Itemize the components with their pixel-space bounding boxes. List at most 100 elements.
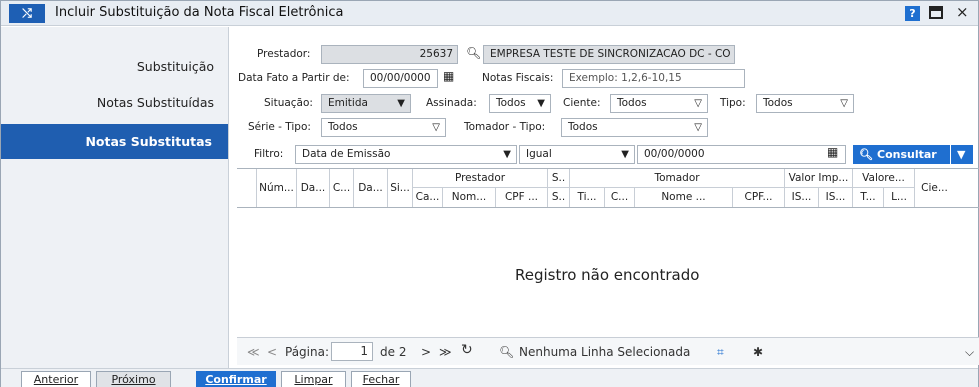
filtro-operator-select[interactable]: Igual ▼ — [519, 145, 635, 164]
header-divider — [237, 207, 979, 208]
refresh-icon[interactable]: ↻ — [461, 342, 473, 358]
divider — [950, 145, 951, 164]
sidebar-item-substituicao[interactable]: Substituição — [137, 59, 214, 74]
sidebar: Substituição Notas Substituídas Notas Su… — [1, 27, 229, 369]
group-header: Tomador — [569, 169, 784, 188]
footer-bar: Anterior Próximo Confirmar Limpar Fechar — [1, 368, 978, 387]
assinada-label: Assinada: — [426, 97, 477, 109]
selection-status: Nenhuma Linha Selecionada — [519, 345, 691, 359]
help-icon[interactable]: ? — [905, 6, 920, 21]
title-bar: ⤭ Incluir Substituição da Nota Fiscal El… — [1, 1, 978, 26]
group-header: Prestador — [412, 169, 547, 188]
tomador-tipo-select[interactable]: Todos ▽ — [561, 118, 708, 137]
prestador-code-field[interactable]: 25637 — [321, 45, 458, 64]
row-selector-header — [237, 169, 256, 207]
gear-icon[interactable]: ✱ — [753, 345, 763, 359]
data-fato-input[interactable]: 00/00/0000 — [363, 69, 438, 88]
sidebar-item-notas-substituidas[interactable]: Notas Substituídas — [97, 95, 214, 110]
ciente-label: Ciente: — [563, 97, 601, 109]
column-header[interactable]: Nome ... — [634, 188, 732, 207]
pagination-bar: ≪ < Página: 1 de 2 > ≫ ↻ 🔍︎ Nenhuma Linh… — [237, 337, 979, 365]
search-icon[interactable]: 🔍︎ — [466, 46, 481, 60]
calendar-icon[interactable]: ▦ — [443, 69, 454, 83]
column-header[interactable]: Ca... — [412, 188, 442, 207]
filtro-field-value: Data de Emissão — [302, 148, 391, 160]
chevron-down-icon: ▽ — [840, 98, 848, 109]
first-page-icon[interactable]: ≪ — [247, 345, 260, 359]
situacao-value: Emitida — [328, 97, 368, 109]
search-icon[interactable]: 🔍︎ — [499, 345, 514, 359]
page-count: de 2 — [380, 345, 407, 359]
notas-fiscais-label: Notas Fiscais: — [482, 72, 554, 84]
anterior-button[interactable]: Anterior — [21, 371, 91, 387]
limpar-button[interactable]: Limpar — [281, 371, 346, 387]
maximize-icon[interactable] — [929, 6, 943, 19]
chevron-down-icon: ▼ — [503, 149, 511, 160]
group-header: Valor Imp... — [784, 169, 852, 188]
page-label: Página: — [285, 345, 330, 359]
window-title: Incluir Substituição da Nota Fiscal Elet… — [55, 5, 344, 20]
column-header[interactable]: IS... — [818, 188, 852, 207]
serie-tipo-select[interactable]: Todos ▽ — [321, 118, 446, 137]
consultar-button[interactable]: 🔍︎ Consultar ▼ — [853, 145, 973, 164]
situacao-select[interactable]: Emitida ▼ — [321, 94, 411, 113]
proximo-button[interactable]: Próximo — [96, 371, 171, 387]
tipo-select[interactable]: Todos ▽ — [756, 94, 854, 113]
column-header[interactable]: T... — [852, 188, 883, 207]
substitution-icon: ⤭ — [9, 4, 45, 23]
filtro-value-input[interactable]: 00/00/0000 — [637, 145, 846, 164]
search-icon: 🔍︎ — [859, 148, 873, 161]
column-header[interactable]: Da... — [296, 169, 329, 207]
tomador-tipo-value: Todos — [568, 121, 598, 133]
column-header[interactable]: L... — [883, 188, 914, 207]
results-grid: Núm... Da... C... Da... Si... Prestador … — [237, 168, 979, 332]
assinada-select[interactable]: Todos ▼ — [489, 94, 551, 113]
data-fato-label: Data Fato a Partir de: — [238, 72, 350, 84]
prestador-label: Prestador: — [257, 48, 311, 60]
page-input[interactable]: 1 — [331, 342, 373, 361]
group-header: Valore... — [852, 169, 914, 188]
situacao-label: Situação: — [264, 97, 313, 109]
filtro-label: Filtro: — [254, 148, 284, 160]
column-header[interactable]: Núm... — [256, 169, 296, 207]
filtro-operator-value: Igual — [526, 148, 552, 160]
column-header[interactable]: Ti... — [569, 188, 604, 207]
group-header: S.. — [547, 169, 569, 188]
sidebar-item-notas-substitutas[interactable]: Notas Substitutas — [1, 124, 228, 159]
ciente-value: Todos — [617, 97, 647, 109]
last-page-icon[interactable]: ≫ — [439, 345, 452, 359]
fechar-button[interactable]: Fechar — [351, 371, 411, 387]
calendar-icon[interactable]: ▦ — [827, 145, 838, 159]
confirmar-button[interactable]: Confirmar — [196, 371, 276, 387]
column-header[interactable]: Da... — [353, 169, 387, 207]
empty-message: Registro não encontrado — [515, 266, 700, 284]
column-header[interactable]: CPF ... — [495, 188, 547, 207]
column-header[interactable]: C... — [604, 188, 634, 207]
column-header[interactable]: IS... — [784, 188, 818, 207]
chevron-down-icon[interactable]: ⌵ — [965, 345, 974, 360]
filtro-field-select[interactable]: Data de Emissão ▼ — [295, 145, 517, 164]
column-header[interactable]: Cie... — [914, 169, 954, 207]
chevron-down-icon: ▽ — [432, 122, 440, 133]
close-icon[interactable]: × — [956, 3, 969, 21]
dialog-window: ⤭ Incluir Substituição da Nota Fiscal El… — [0, 0, 979, 387]
prestador-name-field: EMPRESA TESTE DE SINCRONIZACAO DC - CO — [483, 45, 735, 64]
column-header[interactable]: Nom... — [442, 188, 495, 207]
chevron-down-icon: ▼ — [397, 98, 405, 109]
column-header[interactable]: CPF... — [732, 188, 784, 207]
column-header[interactable]: Si... — [387, 169, 412, 207]
next-page-icon[interactable]: > — [421, 345, 431, 359]
chevron-down-icon: ▼ — [537, 98, 545, 109]
tipo-value: Todos — [763, 97, 793, 109]
chevron-down-icon[interactable]: ▼ — [957, 145, 965, 164]
prev-page-icon[interactable]: < — [267, 345, 277, 359]
assinada-value: Todos — [496, 97, 526, 109]
ciente-select[interactable]: Todos ▽ — [610, 94, 708, 113]
chevron-down-icon: ▽ — [694, 98, 702, 109]
column-header[interactable]: C... — [329, 169, 353, 207]
serie-tipo-value: Todos — [328, 121, 358, 133]
notas-fiscais-input[interactable]: Exemplo: 1,2,6-10,15 — [562, 69, 745, 88]
consultar-label: Consultar — [877, 148, 937, 161]
crop-icon[interactable]: ⌗ — [717, 345, 724, 360]
column-header[interactable]: S.. — [547, 188, 569, 207]
